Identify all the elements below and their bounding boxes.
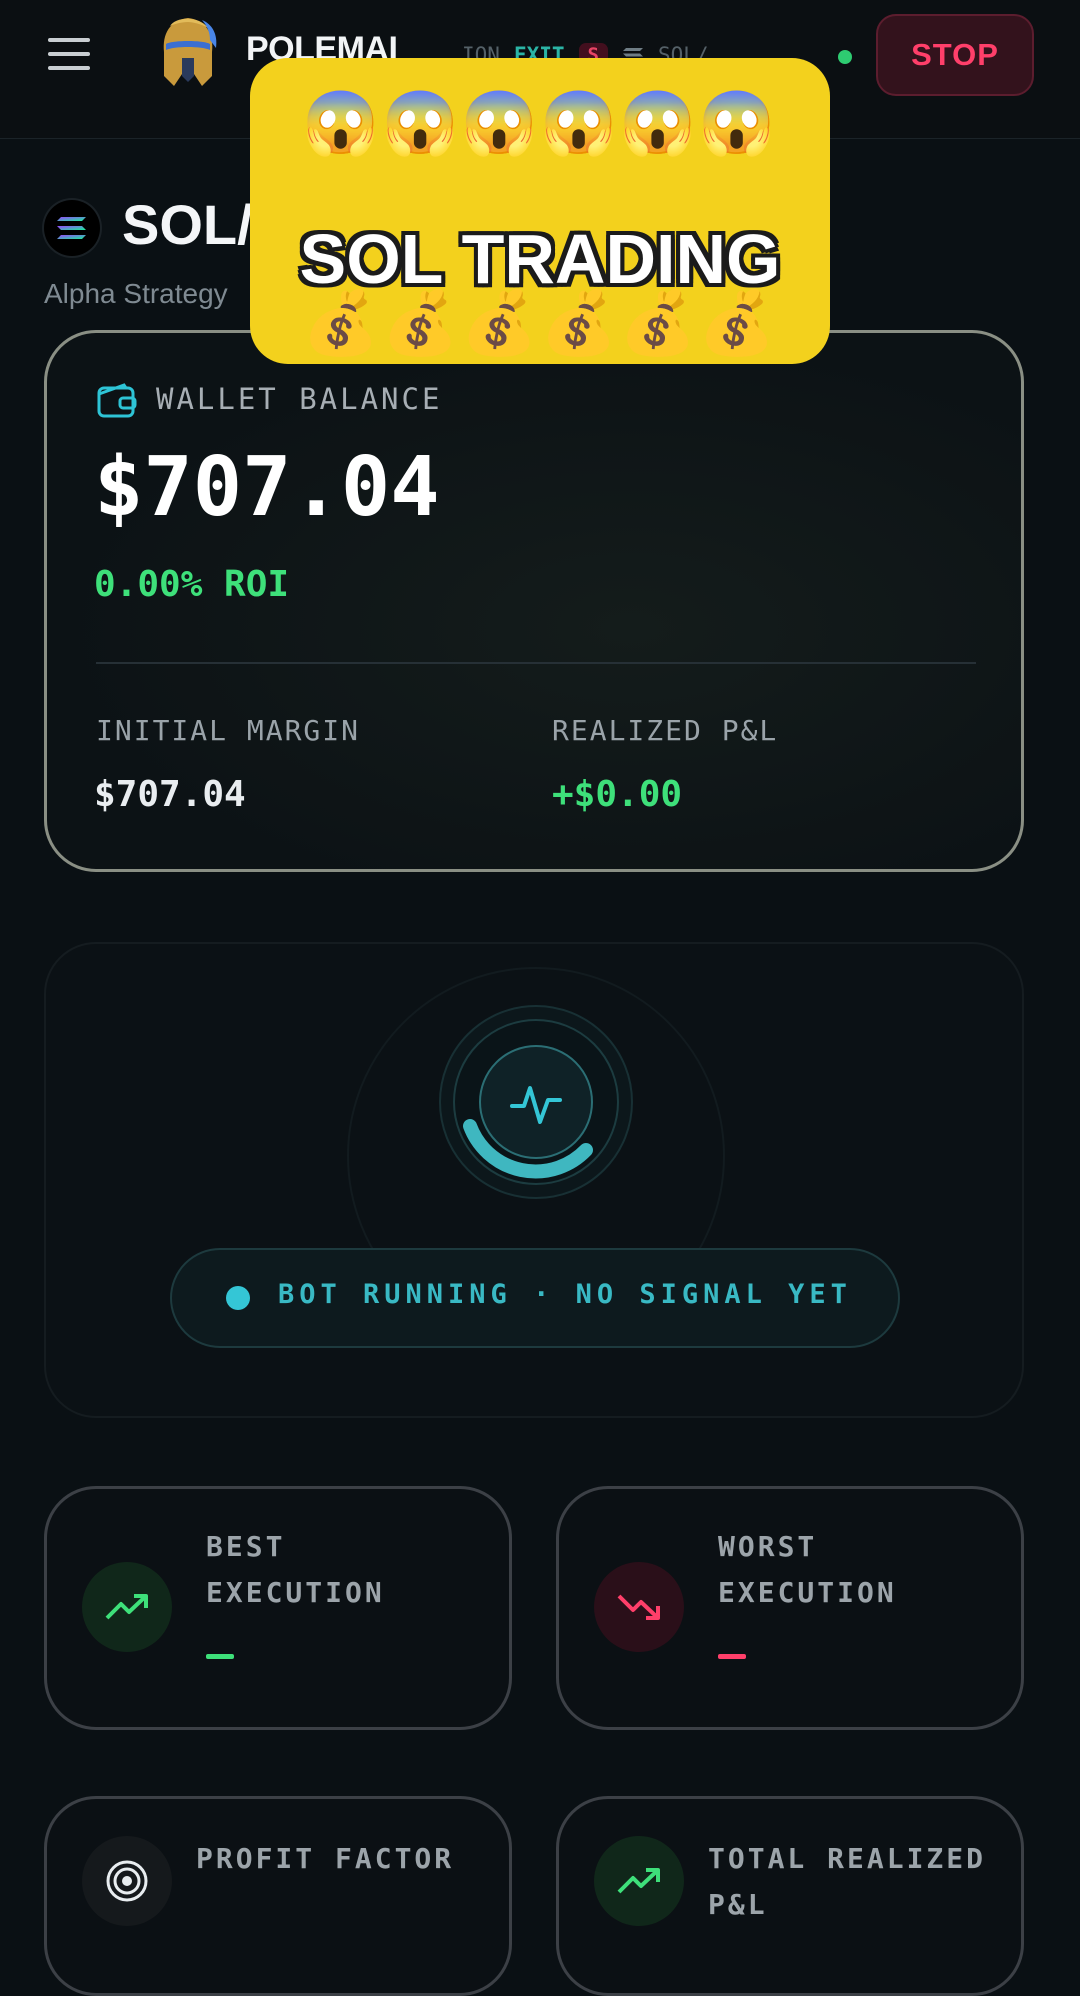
strategy-name: Alpha Strategy bbox=[44, 278, 228, 309]
best-execution-empty-value bbox=[206, 1654, 234, 1659]
bot-status-text: BOT RUNNING · NO SIGNAL YET bbox=[278, 1279, 852, 1310]
best-execution-label: BEST EXECUTION bbox=[206, 1524, 385, 1616]
roi-value: 0.00% ROI bbox=[94, 564, 290, 605]
sticker-emoji-bottom: 💰💰💰💰💰💰 bbox=[302, 286, 778, 359]
wallet-icon bbox=[97, 383, 137, 418]
trend-up-icon bbox=[82, 1562, 172, 1652]
hamburger-menu-icon[interactable] bbox=[46, 34, 98, 74]
total-realized-pnl-label: TOTAL REALIZED P&L bbox=[708, 1836, 986, 1928]
wallet-balance-label: WALLET BALANCE bbox=[156, 382, 443, 416]
realized-pnl-label: REALIZED P&L bbox=[552, 714, 779, 747]
sticker-title: SOL TRADING bbox=[299, 220, 781, 298]
worst-execution-label-line2: EXECUTION bbox=[718, 1576, 897, 1609]
worst-execution-empty-value bbox=[718, 1654, 746, 1659]
realized-pnl-value: +$0.00 bbox=[552, 774, 683, 815]
profit-factor-label: PROFIT FACTOR bbox=[196, 1842, 455, 1875]
live-status-dot bbox=[838, 50, 852, 64]
total-realized-pnl-label-line2: P&L bbox=[708, 1888, 768, 1921]
worst-execution-label-line1: WORST bbox=[718, 1530, 818, 1563]
trend-down-icon bbox=[594, 1562, 684, 1652]
wallet-balance-value: $707.04 bbox=[94, 440, 440, 535]
best-execution-label-line2: EXECUTION bbox=[206, 1576, 385, 1609]
solana-icon bbox=[44, 200, 100, 256]
sol-trading-sticker: 😱😱😱😱😱😱 SOL TRADING 💰💰💰💰💰💰 bbox=[250, 58, 830, 364]
best-execution-label-line1: BEST bbox=[206, 1530, 286, 1563]
total-realized-pnl-label-line1: TOTAL REALIZED bbox=[708, 1842, 987, 1875]
status-indicator-dot bbox=[226, 1286, 250, 1310]
trend-up-icon bbox=[594, 1836, 684, 1926]
spartan-helmet-logo-icon bbox=[163, 18, 217, 86]
target-icon bbox=[82, 1836, 172, 1926]
stop-bot-button[interactable]: STOP bbox=[876, 14, 1034, 96]
initial-margin-label: INITIAL MARGIN bbox=[96, 714, 361, 747]
initial-margin-value: $707.04 bbox=[94, 774, 246, 815]
sticker-emoji-top: 😱😱😱😱😱😱 bbox=[302, 86, 778, 159]
card-divider bbox=[96, 662, 976, 664]
worst-execution-label: WORST EXECUTION bbox=[718, 1524, 897, 1616]
